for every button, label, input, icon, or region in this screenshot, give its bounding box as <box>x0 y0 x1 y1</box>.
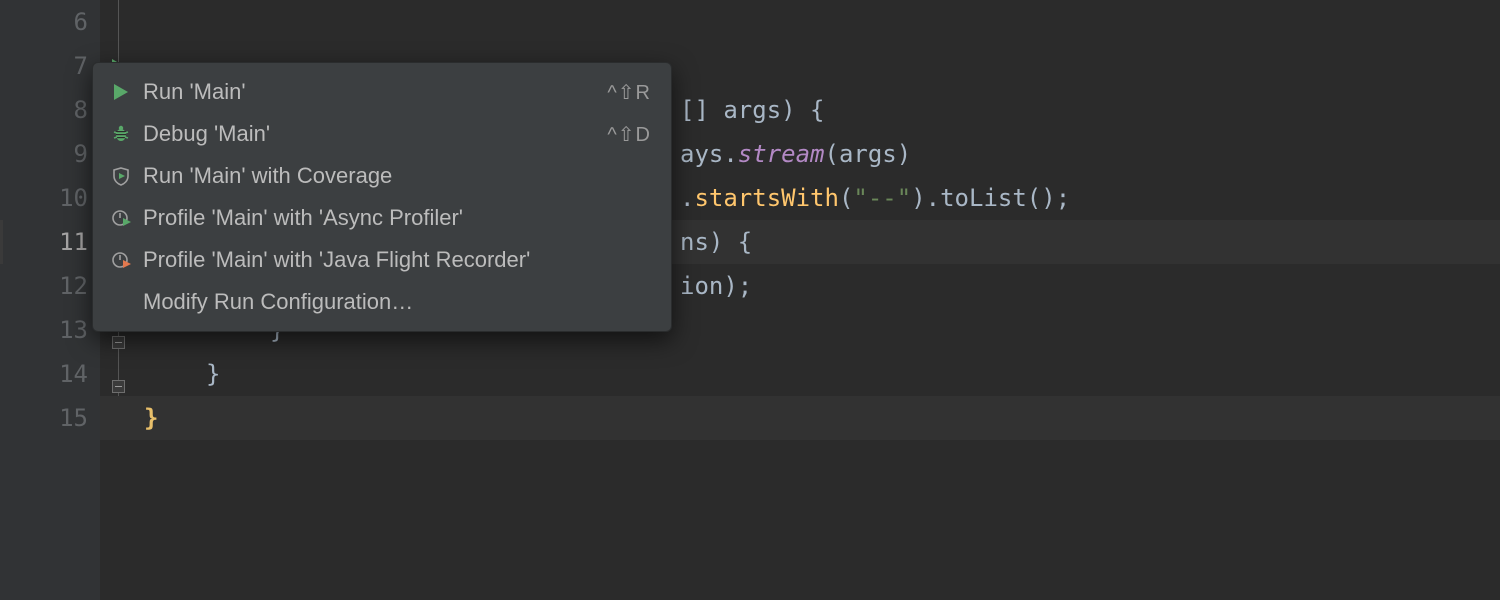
shield-run-icon <box>107 166 135 186</box>
code-fragment: "--" <box>853 184 911 212</box>
code-fragment: ns) { <box>680 228 752 256</box>
menu-label: Profile 'Main' with 'Java Flight Recorde… <box>143 247 651 273</box>
code-line[interactable]: } <box>100 396 1500 440</box>
gutter-row[interactable]: 11 <box>0 220 100 264</box>
line-number: 13 <box>59 316 88 344</box>
menu-shortcut: ^⇧R <box>607 80 651 105</box>
line-number: 15 <box>59 404 88 432</box>
code-fragment: } <box>206 360 220 388</box>
bug-icon <box>107 124 135 144</box>
menu-item-coverage[interactable]: Run 'Main' with Coverage <box>93 155 671 197</box>
line-number: 11 <box>59 228 88 256</box>
code-fragment: ays. <box>680 140 738 168</box>
menu-label: Run 'Main' with Coverage <box>143 163 651 189</box>
gutter-row[interactable]: 7 <box>0 44 100 88</box>
menu-item-run[interactable]: Run 'Main' ^⇧R <box>93 71 671 113</box>
line-number: 8 <box>74 96 88 124</box>
profiler-icon <box>107 250 135 270</box>
line-number: 6 <box>74 8 88 36</box>
code-fragment: [] args) { <box>680 96 825 124</box>
menu-shortcut: ^⇧D <box>607 122 651 147</box>
menu-item-profile-jfr[interactable]: Profile 'Main' with 'Java Flight Recorde… <box>93 239 671 281</box>
gutter-row[interactable]: 10 <box>0 176 100 220</box>
gutter-row[interactable]: 14 <box>0 352 100 396</box>
line-number: 12 <box>59 272 88 300</box>
code-fragment: ( <box>839 184 853 212</box>
run-icon <box>107 82 135 102</box>
gutter-row[interactable]: 12 <box>0 264 100 308</box>
menu-label: Debug 'Main' <box>143 121 587 147</box>
code-fragment: . <box>680 184 694 212</box>
gutter-row[interactable]: 15 <box>0 396 100 440</box>
gutter-row[interactable]: 13 <box>0 308 100 352</box>
menu-item-profile-async[interactable]: Profile 'Main' with 'Async Profiler' <box>93 197 671 239</box>
code-fragment: (args) <box>825 140 912 168</box>
line-number: 7 <box>74 52 88 80</box>
code-fragment: } <box>144 404 158 432</box>
code-fragment: ).toList(); <box>911 184 1070 212</box>
gutter-row[interactable]: 8 <box>0 88 100 132</box>
menu-item-debug[interactable]: Debug 'Main' ^⇧D <box>93 113 671 155</box>
code-fragment: startsWith <box>694 184 839 212</box>
line-number-gutter: 6 7 8 9 10 11 12 13 14 <box>0 0 100 600</box>
code-line[interactable]: } <box>100 352 1500 396</box>
line-number: 9 <box>74 140 88 168</box>
code-line[interactable] <box>100 0 1500 44</box>
menu-item-modify-config[interactable]: Modify Run Configuration… <box>93 281 671 323</box>
menu-label: Run 'Main' <box>143 79 587 105</box>
profiler-icon <box>107 208 135 228</box>
menu-label: Profile 'Main' with 'Async Profiler' <box>143 205 651 231</box>
code-fragment: stream <box>738 140 825 168</box>
menu-label: Modify Run Configuration… <box>143 289 651 315</box>
code-fragment: ion); <box>680 272 752 300</box>
gutter-row[interactable]: 9 <box>0 132 100 176</box>
run-context-menu: Run 'Main' ^⇧R Debug 'Main' ^⇧D <box>92 62 672 332</box>
line-number: 14 <box>59 360 88 388</box>
line-number: 10 <box>59 184 88 212</box>
gutter-row[interactable]: 6 <box>0 0 100 44</box>
